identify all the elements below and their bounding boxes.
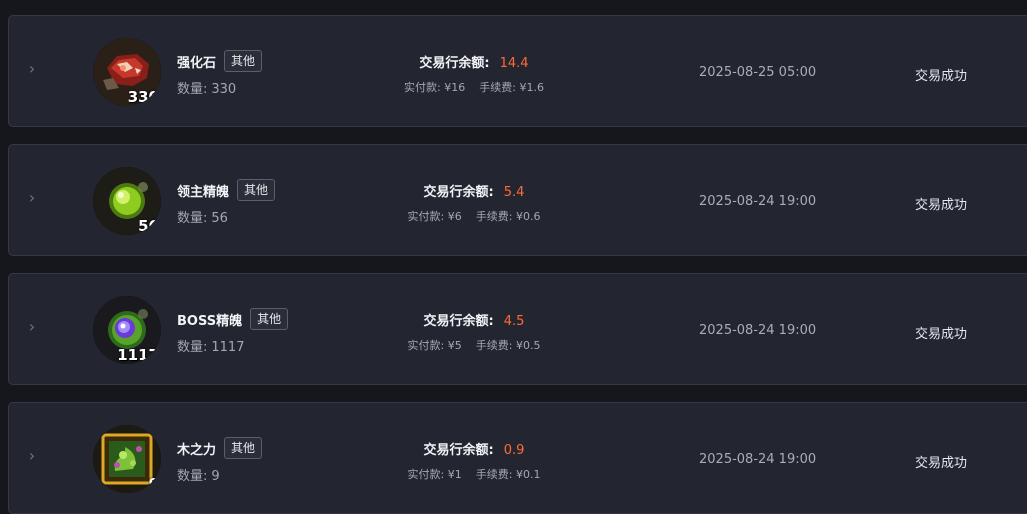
balance-label: 交易行余额: [423,314,494,329]
chevron-right-icon[interactable]: › [25,319,39,335]
wood-power-icon: 9 [93,425,161,493]
quantity: 数量: 1117 [177,336,244,355]
chevron-right-icon[interactable]: › [25,190,39,206]
quantity: 数量: 56 [177,207,228,226]
payment-details: 实付款: ¥6 手续费: ¥0.6 [324,208,624,224]
transaction-row[interactable]: › 1117 BOSS精魄 其他 数量: 1117 交易行余额: 4.5 实付款: … [8,273,1027,385]
fee-amount: 手续费: ¥0.6 [475,210,541,223]
quantity-value: 330 [211,82,237,97]
balance-label: 交易行余额: [423,443,494,458]
chevron-right-icon[interactable]: › [25,448,39,464]
item-name: 领主精魄 [177,184,230,200]
quantity-value: 56 [211,211,228,226]
icon-quantity-overlay: 9 [148,475,159,493]
paid-amount: 实付款: ¥1 [407,468,462,481]
icon-quantity-overlay: 330 [127,88,159,106]
quantity: 数量: 9 [177,465,220,484]
balance-label: 交易行余额: [423,185,494,200]
balance-value: 14.4 [499,56,529,71]
status-text: 交易成功 [915,198,968,213]
item-name: 强化石 [177,55,217,71]
transaction-time: 2025-08-24 19:00 [699,452,817,467]
icon-quantity-overlay: 1117 [117,346,159,364]
category-tag: 其他 [224,50,263,72]
transaction-time: 2025-08-25 05:00 [699,65,817,80]
transaction-row[interactable]: › 330 强化石 其他 数量: 330 交易行余额: 14.4 实付款: ¥16 手… [8,15,1027,127]
icon-quantity-overlay: 56 [138,217,159,235]
quantity-value: 9 [211,469,220,484]
quantity-label: 数量: [177,211,208,226]
transaction-time: 2025-08-24 19:00 [699,194,817,209]
status-text: 交易成功 [915,327,968,342]
lord-essence-icon: 56 [93,167,161,235]
quantity-label: 数量: [177,82,208,97]
boss-essence-icon: 1117 [93,296,161,364]
payment-details: 实付款: ¥16 手续费: ¥1.6 [324,79,624,95]
balance-label: 交易行余额: [419,56,490,71]
fee-amount: 手续费: ¥0.5 [475,339,541,352]
balance: 交易行余额: 5.4 [324,181,624,200]
quantity-label: 数量: [177,469,208,484]
status-text: 交易成功 [915,69,968,84]
balance: 交易行余额: 0.9 [324,439,624,458]
balance: 交易行余额: 14.4 [324,52,624,71]
transaction-row[interactable]: › 56 领主精魄 其他 数量: 56 交易行余额: 5.4 实付款: ¥6 手续费:… [8,144,1027,256]
quantity: 数量: 330 [177,78,236,97]
chevron-right-icon[interactable]: › [25,61,39,77]
paid-amount: 实付款: ¥16 [404,81,466,94]
fee-amount: 手续费: ¥0.1 [475,468,541,481]
item-name: 木之力 [177,442,217,458]
paid-amount: 实付款: ¥5 [407,339,462,352]
transaction-row[interactable]: › 9 木之力 其他 数量: 9 交易行余额: 0.9 实付款: ¥1 手续费:… [8,402,1027,514]
fee-amount: 手续费: ¥1.6 [479,81,544,94]
status-text: 交易成功 [915,456,968,471]
balance-value: 5.4 [503,185,525,200]
quantity-label: 数量: [177,340,208,355]
paid-amount: 实付款: ¥6 [407,210,462,223]
item-name: BOSS精魄 [177,313,243,329]
payment-details: 实付款: ¥5 手续费: ¥0.5 [324,337,624,353]
transaction-list: › 330 强化石 其他 数量: 330 交易行余额: 14.4 实付款: ¥16 手… [0,0,1027,514]
enhance-stone-icon: 330 [93,38,161,106]
payment-details: 实付款: ¥1 手续费: ¥0.1 [324,466,624,482]
quantity-value: 1117 [211,340,245,355]
transaction-time: 2025-08-24 19:00 [699,323,817,338]
balance: 交易行余额: 4.5 [324,310,624,329]
category-tag: 其他 [224,437,263,459]
balance-value: 0.9 [503,443,525,458]
category-tag: 其他 [237,179,276,201]
category-tag: 其他 [250,308,289,330]
balance-value: 4.5 [503,314,525,329]
